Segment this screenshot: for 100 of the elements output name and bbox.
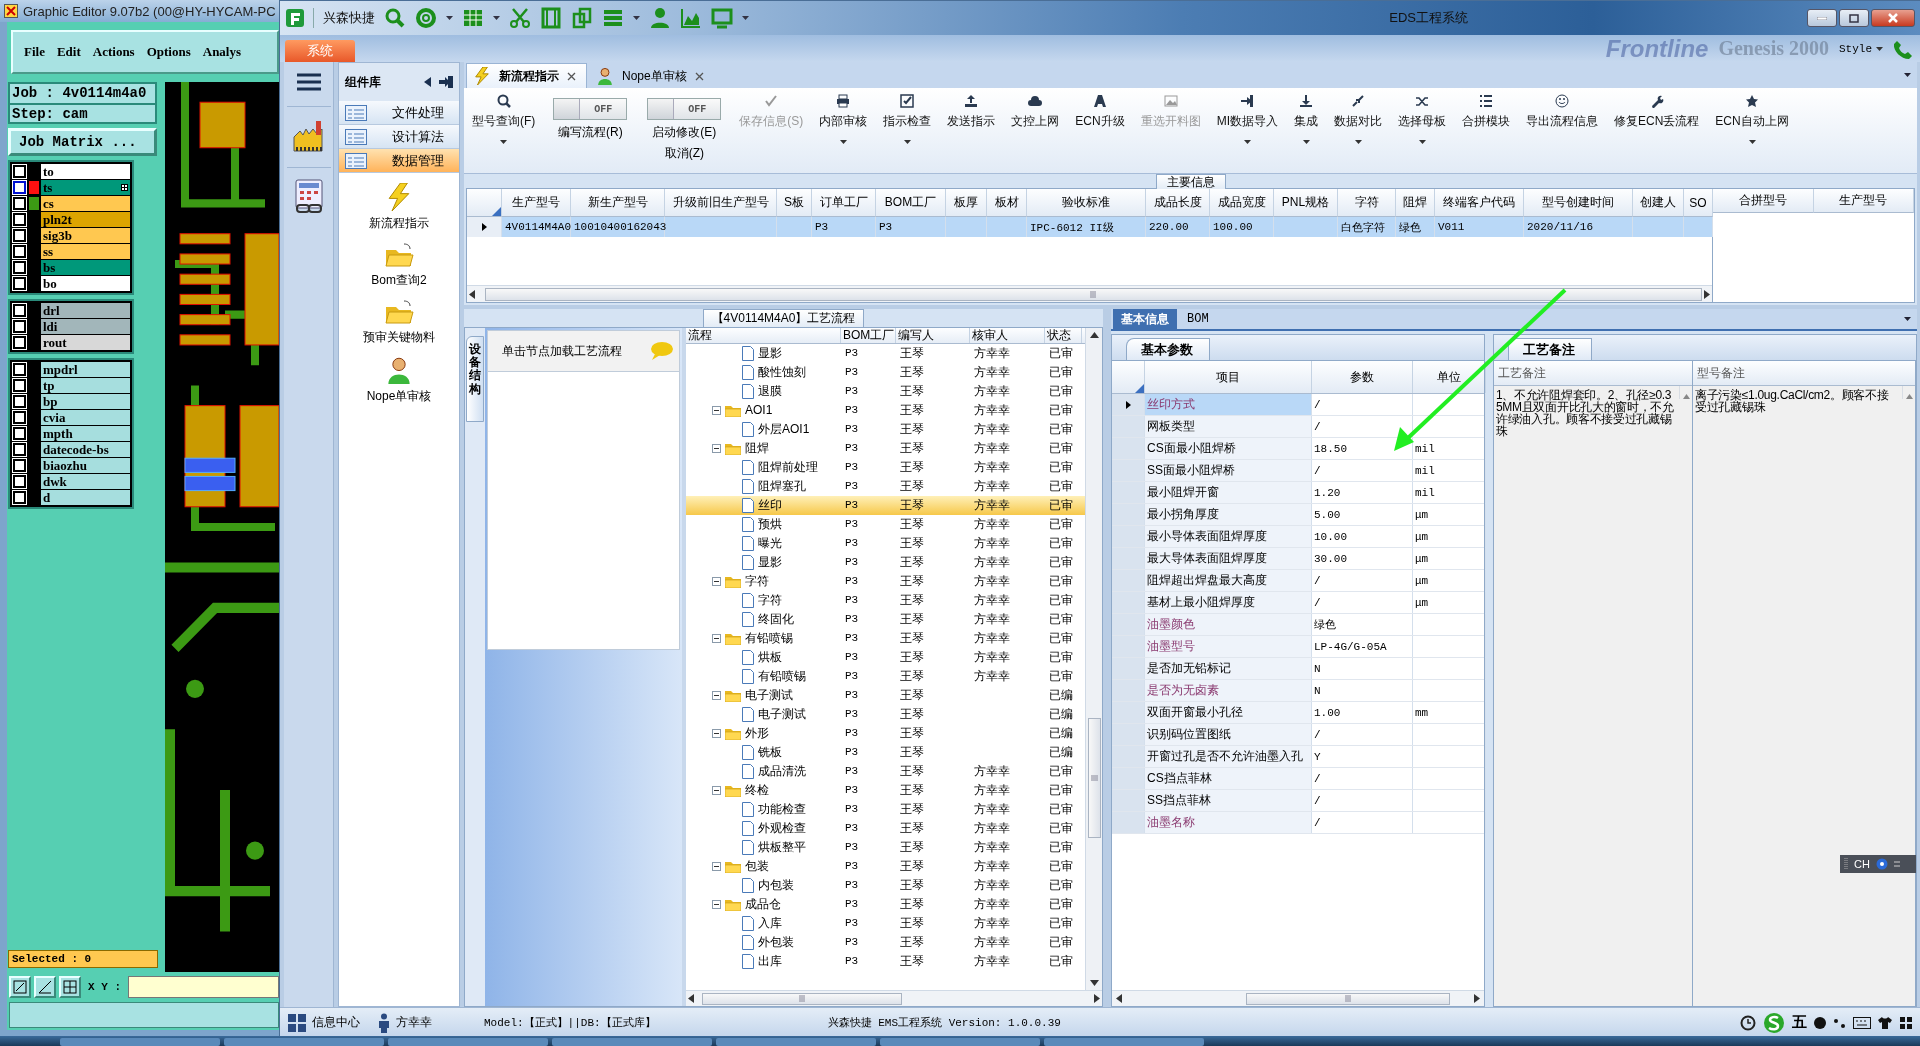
menu-item[interactable]: Actions <box>91 42 136 62</box>
layer-checkbox[interactable] <box>13 379 26 392</box>
scroll-up-icon[interactable] <box>1089 332 1099 338</box>
layer-name[interactable]: ldi <box>41 319 130 334</box>
category-item[interactable]: 设计算法 <box>339 125 459 149</box>
layer-name[interactable]: sig3b <box>41 228 130 243</box>
column-header[interactable]: 参数 <box>1312 361 1413 393</box>
toolbar-button[interactable]: ECN自动上网 <box>1709 92 1795 170</box>
menu-item[interactable]: Options <box>145 42 192 62</box>
column-header[interactable]: 生产型号 <box>502 189 571 217</box>
tiles-icon[interactable] <box>288 1013 306 1032</box>
info-center-link[interactable]: 信息中心 <box>312 1014 360 1031</box>
column-header[interactable]: 创建人 <box>1633 189 1684 217</box>
layer-name[interactable]: to <box>41 164 130 179</box>
keyboard-icon[interactable] <box>1853 1016 1871 1029</box>
button-label[interactable]: 取消(Z) <box>664 145 704 162</box>
column-header[interactable]: 核审人 <box>970 328 1045 343</box>
scroll-right-icon[interactable] <box>1474 994 1480 1003</box>
collapse-toggle-icon[interactable] <box>712 729 721 738</box>
layer-name[interactable]: bs <box>41 260 130 275</box>
close-button[interactable] <box>1871 9 1915 27</box>
category-item[interactable]: 文件处理 <box>339 101 459 125</box>
table-icon[interactable] <box>462 7 484 29</box>
measure-tool-button[interactable] <box>34 976 56 998</box>
collapse-toggle-icon[interactable] <box>712 634 721 643</box>
toolbar-button[interactable]: 修复ECN丢流程 <box>1608 92 1706 170</box>
xy-input-field[interactable] <box>128 976 279 998</box>
column-header[interactable]: 项目 <box>1145 361 1312 393</box>
layer-checkbox[interactable] <box>13 320 26 333</box>
moon-icon[interactable] <box>1813 1015 1827 1030</box>
layer-row[interactable]: sig3b <box>12 228 130 243</box>
column-header[interactable]: 板材 <box>987 189 1027 217</box>
layer-row[interactable]: mpth <box>12 426 130 441</box>
layer-row[interactable]: bp <box>12 394 130 409</box>
document-tab[interactable]: Nope单审核 <box>589 63 715 88</box>
component-tool[interactable]: 新流程指示 <box>365 181 433 234</box>
layer-checkbox[interactable] <box>13 491 26 504</box>
layer-checkbox[interactable] <box>13 443 26 456</box>
layer-name[interactable]: d <box>41 490 130 505</box>
component-tool[interactable]: 预审关键物料 <box>359 297 439 348</box>
zoom-tool-button[interactable] <box>9 976 31 998</box>
scroll-thumb[interactable] <box>1246 992 1450 1005</box>
ime-mode[interactable]: 五 <box>1792 1013 1807 1032</box>
scroll-thumb[interactable] <box>485 287 1702 301</box>
column-header[interactable]: S板 <box>777 189 812 217</box>
toggle-switch[interactable]: OFF <box>553 98 628 120</box>
scissors-icon[interactable] <box>509 7 531 29</box>
layer-checkbox[interactable] <box>13 363 26 376</box>
column-header[interactable]: 单位 <box>1413 361 1486 393</box>
lifebuoy-icon[interactable] <box>415 7 437 29</box>
layer-row[interactable]: to <box>12 164 130 179</box>
search-icon[interactable] <box>384 7 406 29</box>
collapse-toggle-icon[interactable] <box>712 406 721 415</box>
phone-icon[interactable] <box>1893 38 1913 59</box>
layer-row[interactable]: tp <box>12 378 130 393</box>
column-header[interactable]: 编写人 <box>896 328 970 343</box>
close-icon[interactable] <box>567 71 576 81</box>
column-header[interactable]: 板厚 <box>946 189 987 217</box>
column-header[interactable]: 流程 <box>686 328 841 343</box>
scroll-thumb[interactable] <box>702 992 902 1005</box>
toolbar-button[interactable]: 发送指示 <box>941 92 1002 170</box>
layer-checkbox[interactable] <box>13 427 26 440</box>
layer-row[interactable]: ss <box>12 244 130 259</box>
collapse-toggle-icon[interactable] <box>712 786 721 795</box>
layer-checkbox[interactable] <box>13 459 26 472</box>
column-header[interactable]: 新生产型号 <box>571 189 665 217</box>
layer-row[interactable]: ts <box>12 180 130 195</box>
layer-row[interactable]: drl <box>12 303 130 318</box>
layer-name[interactable]: rout <box>41 335 130 350</box>
layer-checkbox[interactable] <box>13 395 26 408</box>
scroll-left-icon[interactable] <box>469 289 475 299</box>
sign-in-icon[interactable] <box>439 76 453 88</box>
toolbar-button[interactable]: 型号查询(F) <box>466 92 542 170</box>
scroll-down-icon[interactable] <box>1089 980 1099 986</box>
layer-row[interactable]: pln2t <box>12 212 130 227</box>
ime-logo-icon[interactable] <box>1762 1011 1786 1034</box>
column-header[interactable]: 状态 <box>1045 328 1082 343</box>
layer-name[interactable]: pln2t <box>41 212 130 227</box>
layer-row[interactable]: rout <box>12 335 130 350</box>
column-header[interactable]: BOM工厂 <box>841 328 896 343</box>
layer-row[interactable]: bo <box>12 276 130 291</box>
layer-checkbox[interactable] <box>13 165 26 178</box>
collapse-toggle-icon[interactable] <box>712 900 721 909</box>
collapse-toggle-icon[interactable] <box>712 691 721 700</box>
panel-tab[interactable]: BOM <box>1179 309 1217 329</box>
component-tool[interactable]: Nope单审核 <box>362 354 436 407</box>
toolbar-button[interactable]: ECN升级 <box>1069 92 1131 170</box>
layer-row[interactable]: cvia <box>12 410 130 425</box>
column-header[interactable]: 字符 <box>1338 189 1396 217</box>
layer-checkbox[interactable] <box>13 336 26 349</box>
column-header[interactable]: BOM工厂 <box>876 189 946 217</box>
panel-tab[interactable]: 基本信息 <box>1113 309 1177 329</box>
layer-name[interactable]: cs <box>41 196 130 211</box>
layer-name[interactable]: bo <box>41 276 130 291</box>
language-bar[interactable]: CH <box>1840 855 1916 873</box>
layer-name[interactable]: tp <box>41 378 130 393</box>
layer-name[interactable]: cvia <box>41 410 130 425</box>
column-header[interactable]: 成品长度 <box>1146 189 1210 217</box>
layer-checkbox[interactable] <box>13 261 26 274</box>
column-header[interactable]: 型号创建时间 <box>1524 189 1633 217</box>
